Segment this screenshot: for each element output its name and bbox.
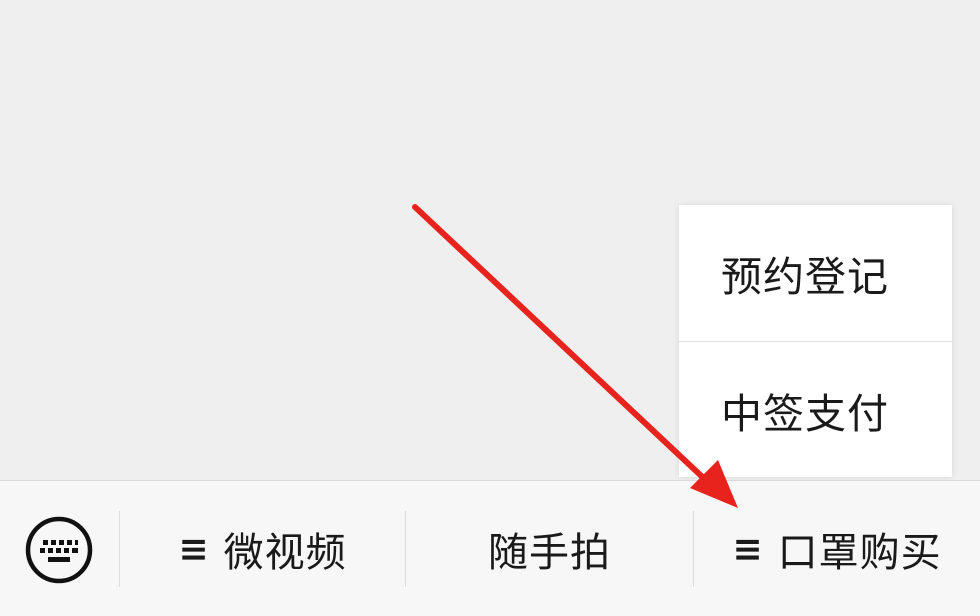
- menu-button-label: 微视频: [223, 530, 347, 576]
- submenu-item-label: 中签支付: [721, 390, 889, 438]
- menu-button-label: 口罩购买: [777, 530, 942, 576]
- submenu-item-payment[interactable]: 中签支付: [679, 342, 952, 478]
- menu-button-label: 随手拍: [488, 530, 611, 576]
- submenu-indicator-icon: ≡: [732, 528, 764, 570]
- menu-button-micro-video[interactable]: ≡ 微视频: [120, 481, 405, 616]
- screen: 预约登记 中签支付 ≡ 微视频 随手拍 ≡ 口罩购买: [0, 0, 980, 616]
- submenu-popup: 预约登记 中签支付: [679, 205, 952, 477]
- menu-button-mask-purchase[interactable]: ≡ 口罩购买: [694, 481, 980, 616]
- submenu-item-reservation[interactable]: 预约登记: [679, 205, 952, 341]
- menu-button-snapshot[interactable]: 随手拍: [406, 481, 693, 616]
- submenu-indicator-icon: ≡: [178, 528, 210, 570]
- keyboard-icon: [25, 516, 93, 584]
- submenu-item-label: 预约登记: [721, 253, 889, 301]
- keyboard-toggle-button[interactable]: [24, 515, 94, 585]
- bottom-menu-bar: ≡ 微视频 随手拍 ≡ 口罩购买: [0, 480, 980, 616]
